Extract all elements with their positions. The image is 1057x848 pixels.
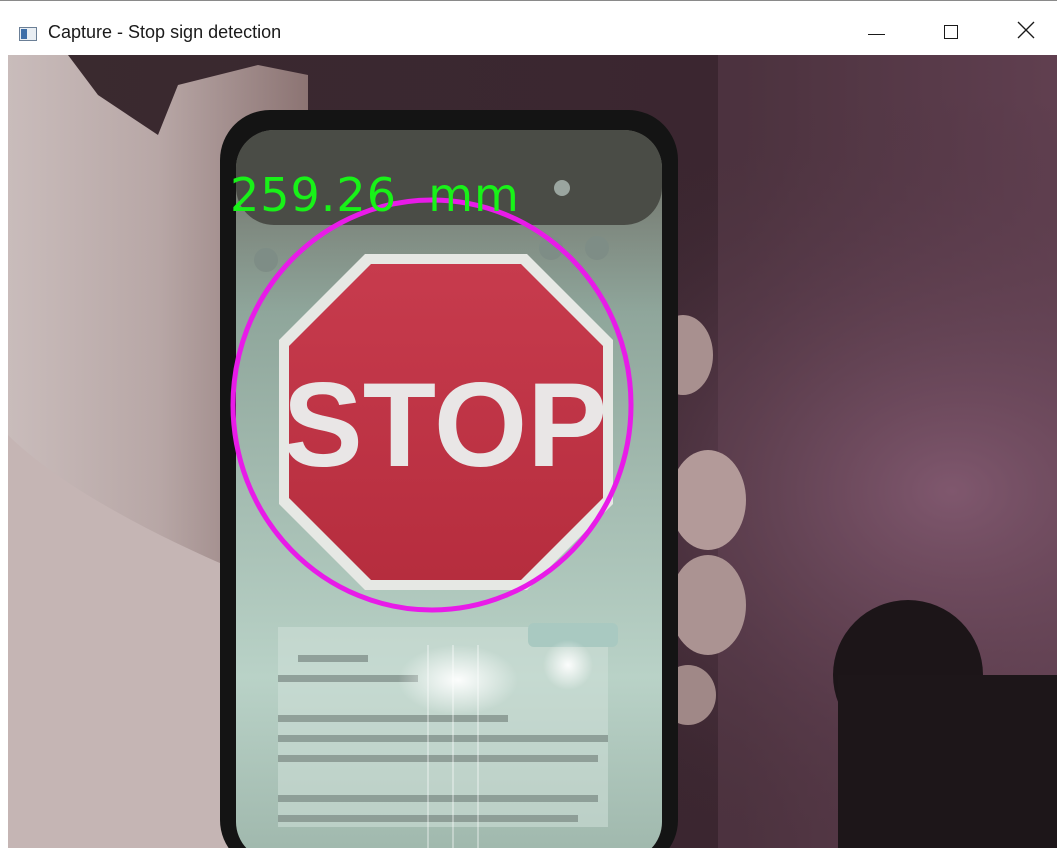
minimize-icon xyxy=(868,34,885,35)
camera-image: STOP xyxy=(8,55,1057,848)
close-icon xyxy=(1017,21,1035,39)
title-bar[interactable]: Capture - Stop sign detection xyxy=(0,0,1057,55)
close-button[interactable] xyxy=(1003,6,1049,52)
capture-window: Capture - Stop sign detection STOP 259.2… xyxy=(0,0,1057,848)
window-title: Capture - Stop sign detection xyxy=(48,22,282,42)
minimize-button[interactable] xyxy=(853,6,899,52)
camera-frame: STOP 259.26 mm xyxy=(8,55,1057,848)
app-window-icon xyxy=(19,27,37,41)
maximize-icon xyxy=(944,25,958,39)
stop-sign-text: STOP xyxy=(283,358,608,492)
distance-readout: 259.26 mm xyxy=(230,168,520,222)
maximize-button[interactable] xyxy=(929,6,975,52)
